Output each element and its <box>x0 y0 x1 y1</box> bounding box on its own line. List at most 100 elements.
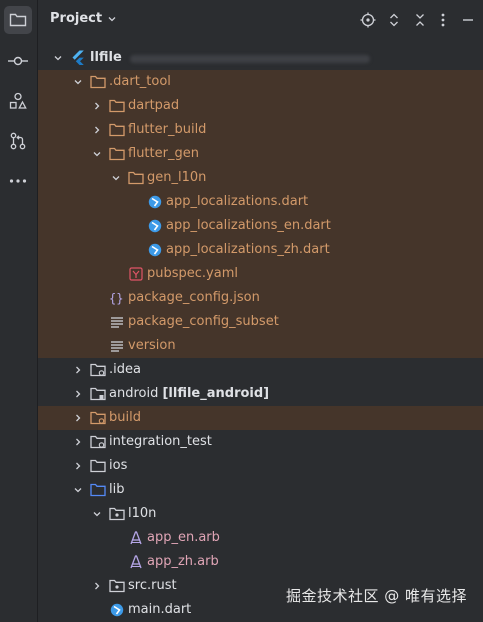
text-file-icon <box>109 314 125 330</box>
chevron-right-icon[interactable] <box>72 436 84 448</box>
tree-row-label: pubspec.yaml <box>147 266 238 281</box>
tree-row-dartpad[interactable]: dartpad <box>38 94 483 118</box>
chevron-down-icon[interactable] <box>72 484 84 496</box>
tree-row-label: app_localizations_en.dart <box>166 218 331 233</box>
chevron-down-icon[interactable] <box>110 172 122 184</box>
tree-row-label: lib <box>109 482 125 497</box>
tree-row-idea[interactable]: .idea <box>38 358 483 382</box>
dart-file-icon <box>109 602 125 618</box>
tree-row-label: gen_l10n <box>147 170 207 185</box>
expand-collapse-button[interactable] <box>385 11 403 29</box>
tree-row-label: app_localizations_zh.dart <box>166 242 330 257</box>
chevron-right-icon[interactable] <box>72 388 84 400</box>
panel-title: Project <box>50 11 103 26</box>
chevron-right-icon[interactable] <box>91 580 103 592</box>
tree-row-label: flutter_build <box>128 122 207 137</box>
watermark: 掘金技术社区 @ 唯有选择 <box>285 587 467 605</box>
pull-requests-tool-button[interactable] <box>4 127 32 155</box>
flutter-icon <box>70 50 86 66</box>
more-icon <box>441 13 445 27</box>
project-tool-button[interactable] <box>4 6 32 34</box>
tree-row-pubspec[interactable]: pubspec.yaml <box>38 262 483 286</box>
text-file-icon <box>109 338 125 354</box>
chevron-down-icon[interactable] <box>72 76 84 88</box>
tree-row-label: .idea <box>109 362 141 377</box>
tree-row-label: flutter_gen <box>128 146 199 161</box>
more-tools-button[interactable] <box>4 167 32 195</box>
pull-requests-icon <box>10 132 26 150</box>
source-folder-icon <box>90 482 106 498</box>
tree-row-label: integration_test <box>109 434 212 449</box>
chevron-right-icon[interactable] <box>72 412 84 424</box>
chevron-right-icon[interactable] <box>72 364 84 376</box>
tree-row-label: dartpad <box>128 98 180 113</box>
excluded-folder-icon <box>109 98 125 114</box>
chevron-right-icon[interactable] <box>72 460 84 472</box>
tree-row-label: app_zh.arb <box>147 554 219 569</box>
dart-file-icon <box>147 242 163 258</box>
tree-row-app-localizations-zh[interactable]: app_localizations_zh.dart <box>38 238 483 262</box>
tree-row-dart-tool[interactable]: .dart_tool <box>38 70 483 94</box>
svg-text:{}: {} <box>109 292 123 306</box>
folder-icon <box>90 434 106 450</box>
more-options-button[interactable] <box>434 11 452 29</box>
tree-row-package-config-subset[interactable]: package_config_subset <box>38 310 483 334</box>
tree-row-label: version <box>128 338 176 353</box>
chevron-right-icon[interactable] <box>91 100 103 112</box>
tree-row-root[interactable]: llfile <box>38 46 483 70</box>
tree-row-label: package_config.json <box>128 290 260 305</box>
tree-row-app-en-arb[interactable]: app_en.arb <box>38 526 483 550</box>
commit-tool-button[interactable] <box>4 47 32 75</box>
chevron-down-icon[interactable] <box>52 52 64 64</box>
dart-file-icon <box>147 218 163 234</box>
tree-row-label: build <box>109 410 141 425</box>
tree-row-l10n[interactable]: l10n <box>38 502 483 526</box>
tree-row-version[interactable]: version <box>38 334 483 358</box>
tree-row-app-zh-arb[interactable]: app_zh.arb <box>38 550 483 574</box>
tree-row-package-config-json[interactable]: {} package_config.json <box>38 286 483 310</box>
tree-row-label: l10n <box>128 506 157 521</box>
excluded-folder-icon <box>109 122 125 138</box>
locate-icon <box>360 12 376 28</box>
module-folder-icon <box>90 386 106 402</box>
settings-folder-icon <box>90 362 106 378</box>
tree-row-flutter-build[interactable]: flutter_build <box>38 118 483 142</box>
close-all-button[interactable] <box>411 11 429 29</box>
commit-icon <box>8 56 28 66</box>
arb-file-icon <box>128 554 144 570</box>
tree-row-build[interactable]: build <box>38 406 483 430</box>
locate-button[interactable] <box>359 11 377 29</box>
tree-row-app-localizations[interactable]: app_localizations.dart <box>38 190 483 214</box>
minimize-button[interactable] <box>459 11 477 29</box>
tree-row-ios[interactable]: ios <box>38 454 483 478</box>
tool-window-strip <box>0 0 38 622</box>
tree-row-integration-test[interactable]: integration_test <box>38 430 483 454</box>
tree-row-app-localizations-en[interactable]: app_localizations_en.dart <box>38 214 483 238</box>
tree-row-lib[interactable]: lib <box>38 478 483 502</box>
chevron-right-icon[interactable] <box>91 124 103 136</box>
tree-row-label: package_config_subset <box>128 314 279 329</box>
project-panel: Project llfile .dart_tool dartpad flutte… <box>38 0 483 622</box>
structure-tool-button[interactable] <box>4 87 32 115</box>
excluded-folder-icon <box>90 74 106 90</box>
arb-file-icon <box>128 530 144 546</box>
tree-row-flutter-gen[interactable]: flutter_gen <box>38 142 483 166</box>
tree-row-gen-l10n[interactable]: gen_l10n <box>38 166 483 190</box>
json-file-icon: {} <box>109 290 125 306</box>
tree-row-label: app_localizations.dart <box>166 194 309 209</box>
tree-row-android[interactable]: android [llfile_android] <box>38 382 483 406</box>
tree-row-label: app_en.arb <box>147 530 220 545</box>
tree-row-label: main.dart <box>128 602 192 617</box>
project-view-selector[interactable]: Project <box>50 11 117 26</box>
chevron-down-icon[interactable] <box>91 148 103 160</box>
tree-row-label: android <box>109 386 159 401</box>
chevron-down-icon[interactable] <box>91 508 103 520</box>
project-path-redacted <box>130 55 370 63</box>
chevron-down-icon <box>108 16 116 21</box>
dart-file-icon <box>147 194 163 210</box>
tree-row-label: .dart_tool <box>109 74 171 89</box>
excluded-folder-icon <box>128 170 144 186</box>
more-tools-icon <box>9 179 27 183</box>
expand-collapse-icon <box>390 13 398 27</box>
package-folder-icon <box>109 578 125 594</box>
